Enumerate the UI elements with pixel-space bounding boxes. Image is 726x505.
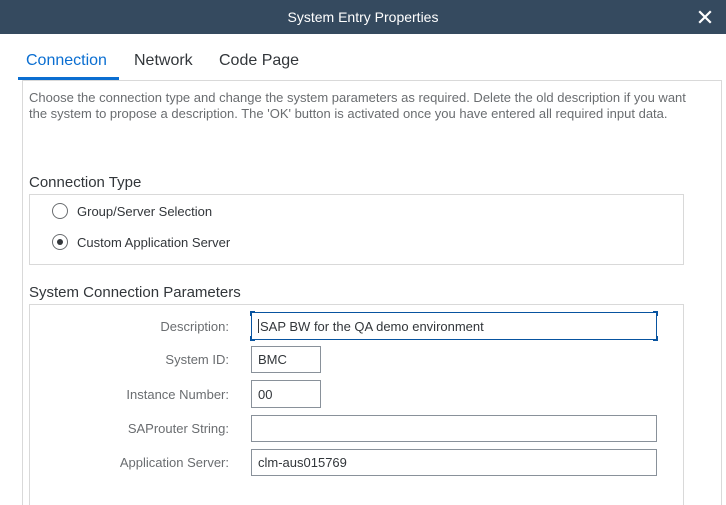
text-caret (258, 319, 259, 333)
instance-number-label: Instance Number: (126, 387, 229, 402)
application-server-label: Application Server: (119, 455, 229, 470)
close-icon[interactable] (694, 6, 716, 28)
focus-corner (653, 336, 658, 341)
radio-label: Custom Application Server (77, 234, 231, 250)
description-field[interactable]: SAP BW for the QA demo environment (250, 311, 658, 341)
intro-text: Choose the connection type and change th… (29, 90, 686, 121)
description-value: SAP BW for the QA demo environment (260, 318, 484, 334)
tab-bar: Connection Network Code Page (0, 34, 726, 80)
window-title: System Entry Properties (287, 9, 439, 25)
system-id-value: BMC (258, 352, 287, 367)
tab-connection[interactable]: Connection (26, 52, 107, 78)
system-id-field[interactable]: BMC (251, 346, 321, 373)
focus-corner (653, 311, 658, 316)
tab-code-page[interactable]: Code Page (219, 52, 299, 78)
focus-corner (250, 336, 255, 341)
title-bar: System Entry Properties (0, 0, 726, 34)
radio-group-server-selection[interactable]: Group/Server Selection (52, 203, 212, 219)
tab-network[interactable]: Network (134, 52, 193, 78)
radio-button[interactable] (52, 203, 68, 219)
system-id-label: System ID: (165, 352, 229, 367)
application-server-value: clm-aus015769 (258, 455, 347, 470)
saprouter-field[interactable] (251, 415, 657, 442)
radio-label: Group/Server Selection (77, 203, 213, 219)
instance-number-field[interactable]: 00 (251, 380, 321, 408)
application-server-field[interactable]: clm-aus015769 (251, 449, 657, 476)
connection-type-title: Connection Type (29, 174, 142, 191)
system-connection-title: System Connection Parameters (29, 284, 241, 301)
instance-number-value: 00 (258, 386, 273, 402)
radio-button-checked[interactable] (52, 234, 68, 250)
description-label: Description: (160, 319, 229, 334)
saprouter-label: SAProuter String: (127, 421, 229, 436)
radio-custom-application-server[interactable]: Custom Application Server (52, 234, 230, 250)
focus-corner (250, 311, 255, 316)
